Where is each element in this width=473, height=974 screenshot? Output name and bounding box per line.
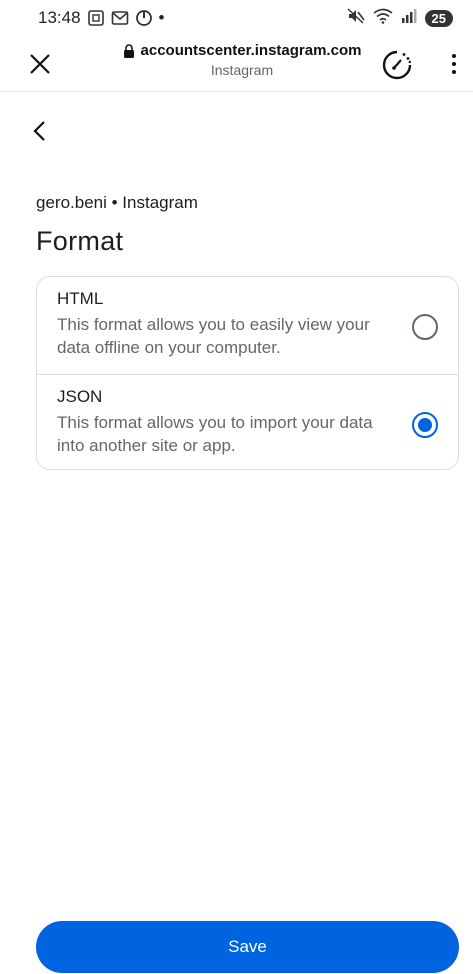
status-dot: • xyxy=(158,8,165,27)
more-vertical-icon-dot xyxy=(452,70,456,74)
more-options-button[interactable] xyxy=(440,48,468,80)
gmail-icon xyxy=(111,10,129,26)
address-bar[interactable]: accountscenter.instagram.com Instagram xyxy=(112,42,372,78)
option-description: This format allows you to easily view yo… xyxy=(57,315,370,357)
option-description: This format allows you to import your da… xyxy=(57,413,373,455)
lock-icon xyxy=(123,43,134,58)
option-json[interactable]: JSON This format allows you to import yo… xyxy=(37,374,458,469)
status-right: 25 xyxy=(347,7,453,29)
status-left: 13:48 • xyxy=(38,8,165,28)
site-name: Instagram xyxy=(210,62,274,78)
option-title: JSON xyxy=(57,387,103,406)
speed-icon xyxy=(382,50,412,80)
battery-indicator: 25 xyxy=(424,9,453,27)
status-time: 13:48 xyxy=(38,8,81,27)
option-html[interactable]: HTML This format allows you to easily vi… xyxy=(37,277,458,374)
page-title: Format xyxy=(36,226,124,256)
format-options: HTML This format allows you to easily vi… xyxy=(36,276,459,470)
radio-html[interactable] xyxy=(412,314,438,340)
account-line: gero.beni • Instagram xyxy=(36,193,198,212)
url-text: accountscenter.instagram.com xyxy=(140,42,362,59)
save-button[interactable]: Save xyxy=(36,921,459,973)
speed-button[interactable] xyxy=(380,48,414,82)
close-button[interactable] xyxy=(24,48,56,80)
screenshot-icon xyxy=(87,9,105,27)
radio-json[interactable] xyxy=(412,412,438,438)
close-icon xyxy=(30,54,50,74)
mute-icon xyxy=(347,7,365,29)
browser-toolbar: accountscenter.instagram.com Instagram xyxy=(0,36,473,92)
option-title: HTML xyxy=(57,289,104,308)
more-vertical-icon-dot xyxy=(452,54,456,58)
back-arrow-icon xyxy=(33,121,45,141)
power-icon xyxy=(135,9,153,27)
back-button[interactable] xyxy=(32,116,62,146)
wifi-icon xyxy=(373,8,393,29)
more-vertical-icon-dot xyxy=(452,62,456,66)
status-bar: 13:48 • 25 xyxy=(0,0,473,36)
signal-icon xyxy=(401,8,417,29)
